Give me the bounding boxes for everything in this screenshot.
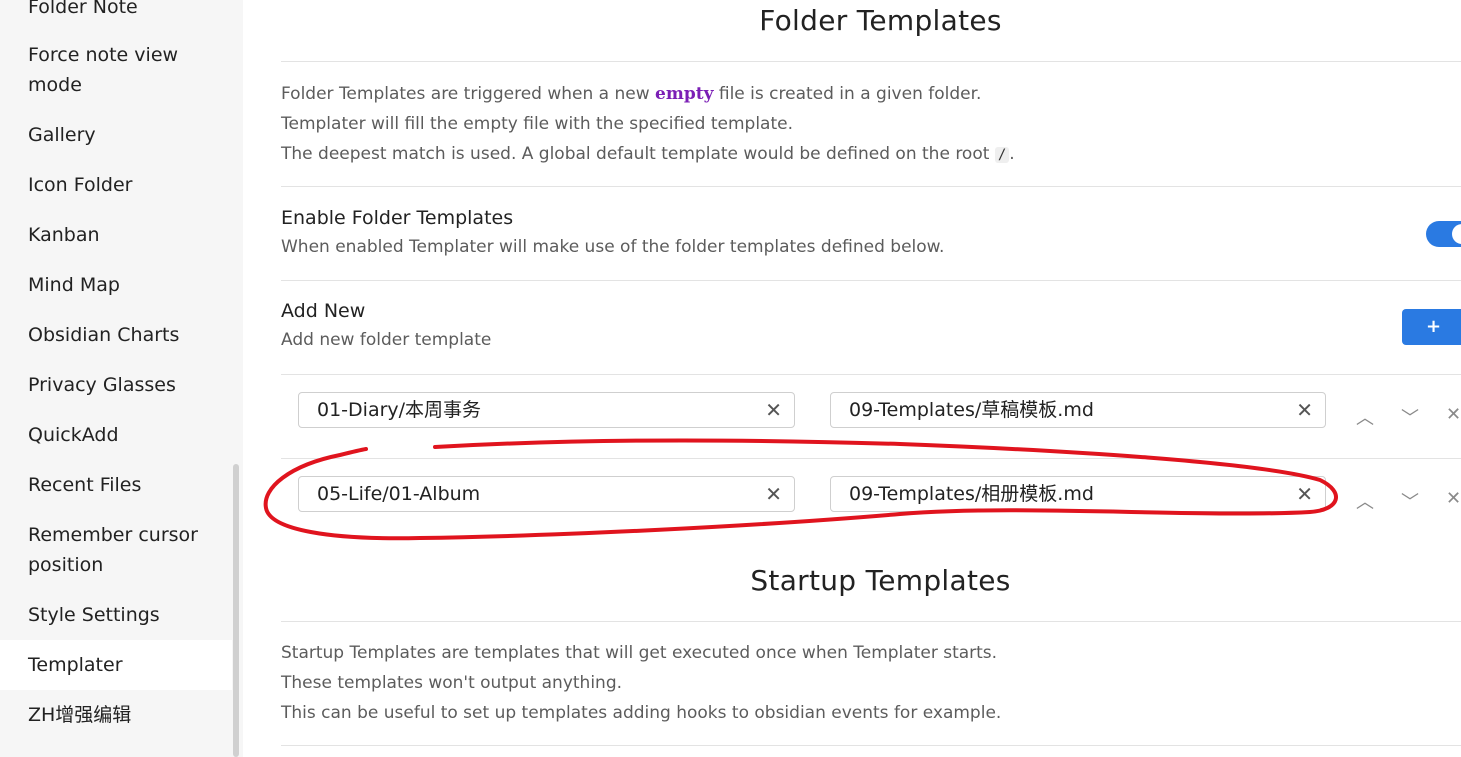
clear-icon[interactable]: ✕ (765, 393, 782, 427)
sidebar-item-privacy-glasses[interactable]: Privacy Glasses (0, 370, 232, 400)
close-icon[interactable]: ✕ (1446, 404, 1461, 425)
sidebar-item-label: Icon Folder (28, 174, 133, 196)
folder-templates-description-1: Folder Templates are triggered when a ne… (281, 79, 981, 109)
divider (281, 186, 1461, 187)
description-text: file is created in a given folder. (713, 84, 982, 104)
sidebar-item-folder-note[interactable]: Folder Note (0, 0, 232, 22)
divider (281, 458, 1461, 459)
template-path-input[interactable]: 09-Templates/草稿模板.md ✕ (830, 392, 1326, 428)
sidebar-item-remember-cursor-position[interactable]: Remember cursor position (0, 520, 232, 580)
template-path-value: 09-Templates/草稿模板.md (849, 399, 1094, 421)
description-text: . (1009, 144, 1015, 164)
sidebar-item-obsidian-charts[interactable]: Obsidian Charts (0, 320, 232, 350)
sidebar-item-templater[interactable]: Templater (0, 640, 232, 690)
startup-templates-description-1: Startup Templates are templates that wil… (281, 643, 998, 663)
folder-templates-description-2: Templater will fill the empty file with … (281, 114, 793, 134)
description-text: The deepest match is used. A global defa… (281, 144, 995, 164)
sidebar-item-label: Privacy Glasses (28, 374, 176, 396)
template-path-input[interactable]: 09-Templates/相册模板.md ✕ (830, 476, 1326, 512)
folder-path-input[interactable]: 01-Diary/本周事务 ✕ (298, 392, 795, 428)
settings-sidebar: Folder Note Force note view mode Gallery… (0, 0, 243, 757)
sidebar-item-label: Kanban (28, 224, 100, 246)
add-new-description: Add new folder template (281, 330, 492, 350)
divider (281, 374, 1461, 375)
inline-code: / (994, 147, 1010, 163)
sidebar-item-force-note-view-mode[interactable]: Force note view mode (0, 40, 232, 100)
close-icon[interactable]: ✕ (1446, 488, 1461, 509)
add-folder-template-button[interactable]: + (1402, 309, 1461, 345)
divider (281, 621, 1461, 622)
chevron-up-icon[interactable]: ︿ (1356, 404, 1374, 430)
divider (281, 745, 1461, 746)
sidebar-item-mind-map[interactable]: Mind Map (0, 270, 232, 300)
sidebar-item-label: Obsidian Charts (28, 324, 180, 346)
description-text: Folder Templates are triggered when a ne… (281, 84, 656, 104)
sidebar-item-label: Folder Note (28, 0, 138, 18)
enable-folder-templates-toggle[interactable] (1426, 221, 1461, 247)
folder-path-input[interactable]: 05-Life/01-Album ✕ (298, 476, 795, 512)
folder-path-value: 01-Diary/本周事务 (317, 399, 482, 421)
sidebar-item-label: Templater (28, 654, 123, 676)
sidebar-item-zh-enhanced-edit[interactable]: ZH增强编辑 (0, 700, 232, 730)
clear-icon[interactable]: ✕ (1296, 477, 1313, 511)
divider (281, 61, 1461, 62)
sidebar-item-label: ZH增强编辑 (28, 704, 132, 726)
enable-folder-templates-label: Enable Folder Templates (281, 207, 514, 229)
sidebar-scrollbar[interactable] (233, 464, 239, 757)
toggle-knob (1452, 224, 1461, 244)
folder-path-value: 05-Life/01-Album (317, 483, 481, 505)
folder-templates-description-3: The deepest match is used. A global defa… (281, 139, 1015, 170)
sidebar-item-label: Recent Files (28, 474, 142, 496)
sidebar-item-label: Remember cursor (28, 524, 198, 546)
folder-templates-heading: Folder Templates (759, 4, 1002, 37)
divider (281, 280, 1461, 281)
startup-templates-description-2: These templates won't output anything. (281, 673, 623, 693)
keyword-empty: empty (655, 84, 714, 104)
sidebar-item-label: QuickAdd (28, 424, 119, 446)
chevron-down-icon[interactable]: ﹀ (1401, 488, 1419, 514)
sidebar-item-style-settings[interactable]: Style Settings (0, 600, 232, 630)
clear-icon[interactable]: ✕ (1296, 393, 1313, 427)
sidebar-item-gallery[interactable]: Gallery (0, 120, 232, 150)
clear-icon[interactable]: ✕ (765, 477, 782, 511)
sidebar-item-label: Mind Map (28, 274, 120, 296)
sidebar-item-label: position (28, 554, 104, 576)
sidebar-item-kanban[interactable]: Kanban (0, 220, 232, 250)
sidebar-item-label: mode (28, 74, 82, 96)
sidebar-item-quickadd[interactable]: QuickAdd (0, 420, 232, 450)
sidebar-item-icon-folder[interactable]: Icon Folder (0, 170, 232, 200)
sidebar-item-recent-files[interactable]: Recent Files (0, 470, 232, 500)
settings-content: Folder Templates Folder Templates are tr… (243, 0, 1461, 757)
template-path-value: 09-Templates/相册模板.md (849, 483, 1094, 505)
sidebar-item-label: Gallery (28, 124, 96, 146)
sidebar-item-label: Force note view (28, 44, 179, 66)
chevron-up-icon[interactable]: ︿ (1356, 488, 1374, 514)
add-new-label: Add New (281, 300, 366, 322)
startup-templates-description-3: This can be useful to set up templates a… (281, 703, 1002, 723)
chevron-down-icon[interactable]: ﹀ (1401, 404, 1419, 430)
enable-folder-templates-description: When enabled Templater will make use of … (281, 237, 945, 257)
startup-templates-heading: Startup Templates (750, 564, 1011, 597)
sidebar-item-label: Style Settings (28, 604, 160, 626)
